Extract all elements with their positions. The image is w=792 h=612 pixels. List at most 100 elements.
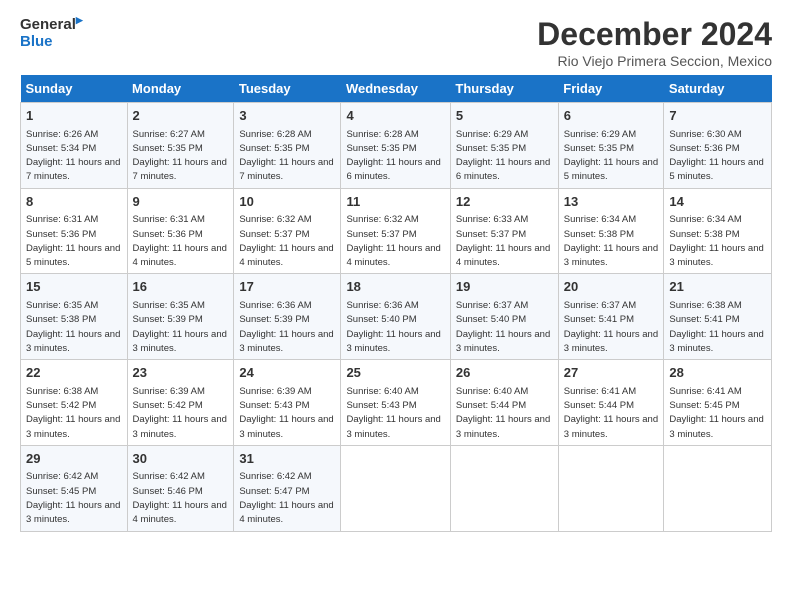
- header-friday: Friday: [558, 75, 664, 103]
- header-saturday: Saturday: [664, 75, 772, 103]
- calendar-table: SundayMondayTuesdayWednesdayThursdayFrid…: [20, 75, 772, 532]
- day-number: 1: [26, 107, 122, 125]
- calendar-cell: 4 Sunrise: 6:28 AMSunset: 5:35 PMDaylight…: [341, 103, 450, 189]
- calendar-cell: 10 Sunrise: 6:32 AMSunset: 5:37 PMDayligh…: [234, 188, 341, 274]
- calendar-cell: 7 Sunrise: 6:30 AMSunset: 5:36 PMDaylight…: [664, 103, 772, 189]
- week-row-1: 1 Sunrise: 6:26 AMSunset: 5:34 PMDaylight…: [21, 103, 772, 189]
- header-tuesday: Tuesday: [234, 75, 341, 103]
- calendar-cell: 24Sunrise: 6:39 AMSunset: 5:43 PMDayligh…: [234, 360, 341, 446]
- header-sunday: Sunday: [21, 75, 128, 103]
- calendar-cell: 19 Sunrise: 6:37 AMSunset: 5:40 PMDayligh…: [450, 274, 558, 360]
- calendar-cell: 28 Sunrise: 6:41 AMSunset: 5:45 PMDayligh…: [664, 360, 772, 446]
- calendar-cell: 21 Sunrise: 6:38 AMSunset: 5:41 PMDayligh…: [664, 274, 772, 360]
- cell-info: Sunrise: 6:26 AMSunset: 5:34 PMDaylight:…: [26, 129, 120, 183]
- calendar-cell: [664, 445, 772, 531]
- calendar-cell: 22 Sunrise: 6:38 AMSunset: 5:42 PMDayligh…: [21, 360, 128, 446]
- day-number: 4: [346, 107, 444, 125]
- logo: General▶ Blue: [20, 16, 83, 50]
- page-title: December 2024: [537, 16, 772, 53]
- cell-info: Sunrise: 6:30 AMSunset: 5:36 PMDaylight:…: [669, 129, 763, 183]
- day-number: 5: [456, 107, 553, 125]
- day-number: 30: [133, 450, 229, 468]
- calendar-cell: 26Sunrise: 6:40 AMSunset: 5:44 PMDayligh…: [450, 360, 558, 446]
- day-number: 22: [26, 364, 122, 382]
- day-number: 23: [133, 364, 229, 382]
- cell-info: Sunrise: 6:28 AMSunset: 5:35 PMDaylight:…: [239, 129, 333, 183]
- header-wednesday: Wednesday: [341, 75, 450, 103]
- calendar-cell: 5Sunrise: 6:29 AMSunset: 5:35 PMDaylight…: [450, 103, 558, 189]
- day-number: 7: [669, 107, 766, 125]
- day-number: 19: [456, 278, 553, 296]
- cell-info: Sunrise: 6:31 AMSunset: 5:36 PMDaylight:…: [26, 214, 120, 268]
- week-row-5: 29 Sunrise: 6:42 AMSunset: 5:45 PMDayligh…: [21, 445, 772, 531]
- cell-info: Sunrise: 6:34 AMSunset: 5:38 PMDaylight:…: [564, 214, 658, 268]
- calendar-cell: 1 Sunrise: 6:26 AMSunset: 5:34 PMDaylight…: [21, 103, 128, 189]
- week-row-2: 8Sunrise: 6:31 AMSunset: 5:36 PMDaylight…: [21, 188, 772, 274]
- calendar-cell: 20 Sunrise: 6:37 AMSunset: 5:41 PMDayligh…: [558, 274, 664, 360]
- cell-info: Sunrise: 6:36 AMSunset: 5:40 PMDaylight:…: [346, 300, 440, 354]
- calendar-cell: 27Sunrise: 6:41 AMSunset: 5:44 PMDayligh…: [558, 360, 664, 446]
- calendar-cell: 14 Sunrise: 6:34 AMSunset: 5:38 PMDayligh…: [664, 188, 772, 274]
- day-number: 17: [239, 278, 335, 296]
- day-number: 29: [26, 450, 122, 468]
- cell-info: Sunrise: 6:36 AMSunset: 5:39 PMDaylight:…: [239, 300, 333, 354]
- day-number: 3: [239, 107, 335, 125]
- cell-info: Sunrise: 6:42 AMSunset: 5:47 PMDaylight:…: [239, 471, 333, 525]
- cell-info: Sunrise: 6:32 AMSunset: 5:37 PMDaylight:…: [239, 214, 333, 268]
- calendar-cell: 8Sunrise: 6:31 AMSunset: 5:36 PMDaylight…: [21, 188, 128, 274]
- cell-info: Sunrise: 6:35 AMSunset: 5:39 PMDaylight:…: [133, 300, 227, 354]
- day-number: 25: [346, 364, 444, 382]
- calendar-cell: 12 Sunrise: 6:33 AMSunset: 5:37 PMDayligh…: [450, 188, 558, 274]
- calendar-cell: 9 Sunrise: 6:31 AMSunset: 5:36 PMDaylight…: [127, 188, 234, 274]
- calendar-cell: 30 Sunrise: 6:42 AMSunset: 5:46 PMDayligh…: [127, 445, 234, 531]
- day-number: 28: [669, 364, 766, 382]
- calendar-cell: 13Sunrise: 6:34 AMSunset: 5:38 PMDayligh…: [558, 188, 664, 274]
- page-header: General▶ Blue December 2024 Rio Viejo Pr…: [20, 16, 772, 69]
- calendar-cell: 17 Sunrise: 6:36 AMSunset: 5:39 PMDayligh…: [234, 274, 341, 360]
- calendar-cell: [341, 445, 450, 531]
- day-number: 11: [346, 193, 444, 211]
- calendar-cell: 11Sunrise: 6:32 AMSunset: 5:37 PMDayligh…: [341, 188, 450, 274]
- calendar-cell: 2 Sunrise: 6:27 AMSunset: 5:35 PMDaylight…: [127, 103, 234, 189]
- cell-info: Sunrise: 6:40 AMSunset: 5:43 PMDaylight:…: [346, 386, 440, 440]
- header-thursday: Thursday: [450, 75, 558, 103]
- day-number: 9: [133, 193, 229, 211]
- title-area: December 2024 Rio Viejo Primera Seccion,…: [537, 16, 772, 69]
- cell-info: Sunrise: 6:37 AMSunset: 5:40 PMDaylight:…: [456, 300, 550, 354]
- cell-info: Sunrise: 6:42 AMSunset: 5:46 PMDaylight:…: [133, 471, 227, 525]
- calendar-cell: [558, 445, 664, 531]
- cell-info: Sunrise: 6:27 AMSunset: 5:35 PMDaylight:…: [133, 129, 227, 183]
- cell-info: Sunrise: 6:40 AMSunset: 5:44 PMDaylight:…: [456, 386, 550, 440]
- day-number: 21: [669, 278, 766, 296]
- cell-info: Sunrise: 6:38 AMSunset: 5:41 PMDaylight:…: [669, 300, 763, 354]
- day-number: 18: [346, 278, 444, 296]
- day-number: 20: [564, 278, 659, 296]
- calendar-cell: 6Sunrise: 6:29 AMSunset: 5:35 PMDaylight…: [558, 103, 664, 189]
- cell-info: Sunrise: 6:28 AMSunset: 5:35 PMDaylight:…: [346, 129, 440, 183]
- day-number: 12: [456, 193, 553, 211]
- cell-info: Sunrise: 6:33 AMSunset: 5:37 PMDaylight:…: [456, 214, 550, 268]
- calendar-cell: 15Sunrise: 6:35 AMSunset: 5:38 PMDayligh…: [21, 274, 128, 360]
- calendar-cell: 18 Sunrise: 6:36 AMSunset: 5:40 PMDayligh…: [341, 274, 450, 360]
- calendar-cell: [450, 445, 558, 531]
- cell-info: Sunrise: 6:42 AMSunset: 5:45 PMDaylight:…: [26, 471, 120, 525]
- day-number: 24: [239, 364, 335, 382]
- cell-info: Sunrise: 6:38 AMSunset: 5:42 PMDaylight:…: [26, 386, 120, 440]
- week-row-3: 15Sunrise: 6:35 AMSunset: 5:38 PMDayligh…: [21, 274, 772, 360]
- cell-info: Sunrise: 6:39 AMSunset: 5:42 PMDaylight:…: [133, 386, 227, 440]
- day-number: 2: [133, 107, 229, 125]
- day-number: 10: [239, 193, 335, 211]
- cell-info: Sunrise: 6:41 AMSunset: 5:45 PMDaylight:…: [669, 386, 763, 440]
- header-monday: Monday: [127, 75, 234, 103]
- calendar-header-row: SundayMondayTuesdayWednesdayThursdayFrid…: [21, 75, 772, 103]
- calendar-cell: 31 Sunrise: 6:42 AMSunset: 5:47 PMDayligh…: [234, 445, 341, 531]
- day-number: 6: [564, 107, 659, 125]
- calendar-cell: 16Sunrise: 6:35 AMSunset: 5:39 PMDayligh…: [127, 274, 234, 360]
- calendar-cell: 25 Sunrise: 6:40 AMSunset: 5:43 PMDayligh…: [341, 360, 450, 446]
- cell-info: Sunrise: 6:34 AMSunset: 5:38 PMDaylight:…: [669, 214, 763, 268]
- day-number: 31: [239, 450, 335, 468]
- cell-info: Sunrise: 6:37 AMSunset: 5:41 PMDaylight:…: [564, 300, 658, 354]
- day-number: 14: [669, 193, 766, 211]
- week-row-4: 22 Sunrise: 6:38 AMSunset: 5:42 PMDayligh…: [21, 360, 772, 446]
- cell-info: Sunrise: 6:31 AMSunset: 5:36 PMDaylight:…: [133, 214, 227, 268]
